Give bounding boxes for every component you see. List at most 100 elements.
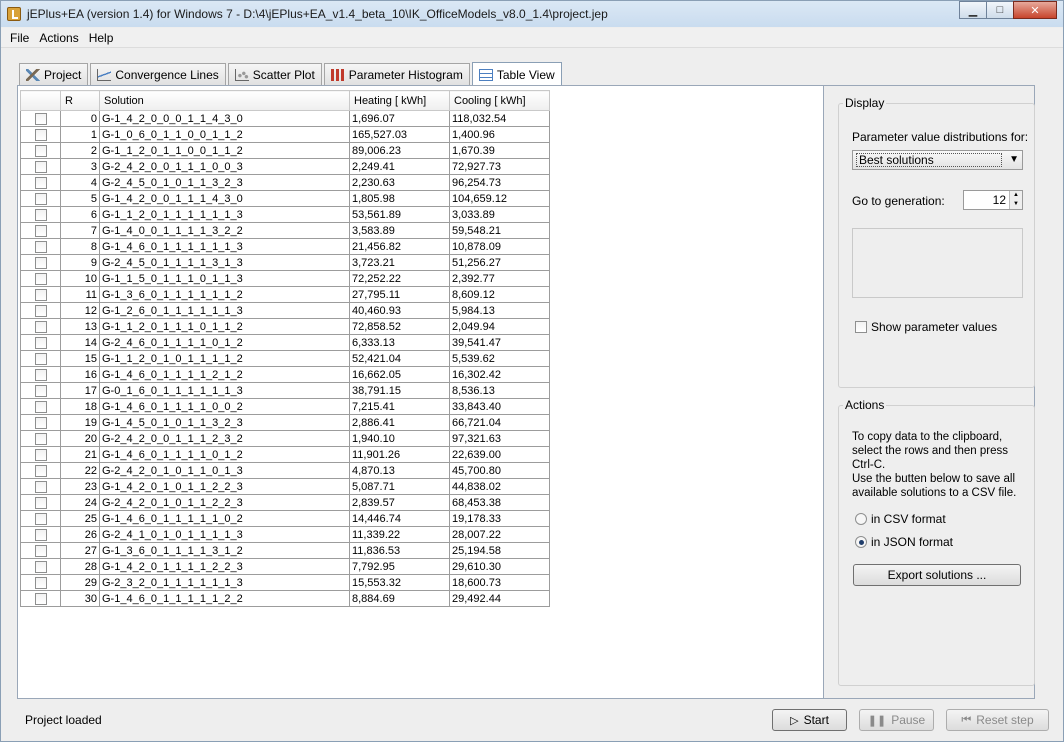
- table-row[interactable]: 18 G-1_4_6_0_1_1_1_1_0_0_2 7,215.41 33,843.…: [20, 398, 550, 415]
- pause-button[interactable]: ❚❚ Pause: [859, 709, 934, 731]
- heating-cell[interactable]: 3,583.89: [349, 222, 450, 239]
- heating-cell[interactable]: 1,805.98: [349, 190, 450, 207]
- row-checkbox[interactable]: [34, 144, 47, 157]
- cooling-cell[interactable]: 29,492.44: [449, 590, 550, 607]
- heating-cell[interactable]: 6,333.13: [349, 334, 450, 351]
- row-index-cell[interactable]: 16: [60, 366, 100, 383]
- solution-cell[interactable]: G-2_4_2_0_1_0_1_1_0_1_3: [99, 462, 350, 479]
- start-button[interactable]: ▷ Start: [772, 709, 847, 731]
- row-checkbox[interactable]: [34, 512, 47, 525]
- heating-cell[interactable]: 53,561.89: [349, 206, 450, 223]
- solution-cell[interactable]: G-1_2_6_0_1_1_1_1_1_1_3: [99, 302, 350, 319]
- show-parameter-values-checkbox[interactable]: [855, 321, 867, 333]
- solution-cell[interactable]: G-2_3_2_0_1_1_1_1_1_1_3: [99, 574, 350, 591]
- table-row[interactable]: 9 G-2_4_5_0_1_1_1_1_3_1_3 3,723.21 51,256.2…: [20, 254, 550, 271]
- table-row[interactable]: 1 G-1_0_6_0_1_1_0_0_1_1_2 165,527.03 1,400.…: [20, 126, 550, 143]
- row-index-cell[interactable]: 24: [60, 494, 100, 511]
- menu-help[interactable]: Help: [84, 29, 119, 47]
- heating-cell[interactable]: 11,901.26: [349, 446, 450, 463]
- reset-step-button[interactable]: ⏮ Reset step: [946, 709, 1049, 731]
- solution-cell[interactable]: G-1_4_2_0_0_1_1_1_4_3_0: [99, 190, 350, 207]
- row-index-cell[interactable]: 3: [60, 158, 100, 175]
- distribution-select[interactable]: Best solutions ▼: [852, 150, 1023, 170]
- tab-table-view[interactable]: Table View: [471, 62, 562, 86]
- cooling-cell[interactable]: 8,609.12: [449, 286, 550, 303]
- heating-cell[interactable]: 1,696.07: [349, 110, 450, 127]
- heating-cell[interactable]: 21,456.82: [349, 238, 450, 255]
- row-checkbox[interactable]: [34, 432, 47, 445]
- solution-cell[interactable]: G-1_1_2_0_1_0_1_1_1_1_2: [99, 350, 350, 367]
- row-checkbox[interactable]: [34, 560, 47, 573]
- solution-cell[interactable]: G-1_3_6_0_1_1_1_1_1_1_2: [99, 286, 350, 303]
- heating-cell[interactable]: 11,836.53: [349, 542, 450, 559]
- spinner-arrows[interactable]: ▲ ▼: [1009, 191, 1022, 209]
- solution-cell[interactable]: G-1_0_6_0_1_1_0_0_1_1_2: [99, 126, 350, 143]
- json-format-option[interactable]: in JSON format: [855, 535, 953, 549]
- row-index-cell[interactable]: 8: [60, 238, 100, 255]
- table-row[interactable]: 24 G-2_4_2_0_1_0_1_1_2_2_3 2,839.57 68,453.…: [20, 494, 550, 511]
- heating-cell[interactable]: 2,839.57: [349, 494, 450, 511]
- cooling-cell[interactable]: 39,541.47: [449, 334, 550, 351]
- solution-cell[interactable]: G-1_4_6_0_1_1_1_1_1_0_2: [99, 510, 350, 527]
- solution-cell[interactable]: G-1_4_6_0_1_1_1_1_2_1_2: [99, 366, 350, 383]
- heating-cell[interactable]: 165,527.03: [349, 126, 450, 143]
- solution-cell[interactable]: G-1_1_2_0_1_1_0_0_1_1_2: [99, 142, 350, 159]
- solution-cell[interactable]: G-2_4_2_0_0_1_1_1_0_0_3: [99, 158, 350, 175]
- arrow-down-icon[interactable]: ▼: [1010, 200, 1022, 209]
- table-row[interactable]: 20 G-2_4_2_0_0_1_1_1_2_3_2 1,940.10 97,321.…: [20, 430, 550, 447]
- row-index-cell[interactable]: 15: [60, 350, 100, 367]
- row-index-cell[interactable]: 2: [60, 142, 100, 159]
- solution-cell[interactable]: G-0_1_6_0_1_1_1_1_1_1_3: [99, 382, 350, 399]
- row-checkbox[interactable]: [34, 256, 47, 269]
- solution-cell[interactable]: G-2_4_2_0_0_1_1_1_2_3_2: [99, 430, 350, 447]
- row-checkbox[interactable]: [34, 192, 47, 205]
- row-index-cell[interactable]: 4: [60, 174, 100, 191]
- solutions-table-area[interactable]: R Solution Heating [ kWh] Cooling [ kWh]…: [18, 86, 824, 698]
- heating-cell[interactable]: 2,886.41: [349, 414, 450, 431]
- cooling-cell[interactable]: 118,032.54: [449, 110, 550, 127]
- cooling-cell[interactable]: 28,007.22: [449, 526, 550, 543]
- tab-project[interactable]: Project: [19, 63, 89, 85]
- table-row[interactable]: 14 G-2_4_6_0_1_1_1_1_0_1_2 6,333.13 39,541.…: [20, 334, 550, 351]
- generation-spinner[interactable]: 12 ▲ ▼: [963, 190, 1023, 210]
- cooling-cell[interactable]: 1,670.39: [449, 142, 550, 159]
- cooling-cell[interactable]: 68,453.38: [449, 494, 550, 511]
- row-index-cell[interactable]: 27: [60, 542, 100, 559]
- row-index-cell[interactable]: 13: [60, 318, 100, 335]
- heating-cell[interactable]: 4,870.13: [349, 462, 450, 479]
- menu-file[interactable]: File: [5, 29, 34, 47]
- solution-cell[interactable]: G-1_4_6_0_1_1_1_1_1_2_2: [99, 590, 350, 607]
- table-row[interactable]: 12 G-1_2_6_0_1_1_1_1_1_1_3 40,460.93 5,984.…: [20, 302, 550, 319]
- table-row[interactable]: 6 G-1_1_2_0_1_1_1_1_1_1_3 53,561.89 3,033.8…: [20, 206, 550, 223]
- row-index-cell[interactable]: 10: [60, 270, 100, 287]
- row-checkbox[interactable]: [34, 576, 47, 589]
- heating-cell[interactable]: 14,446.74: [349, 510, 450, 527]
- cooling-cell[interactable]: 2,392.77: [449, 270, 550, 287]
- column-header-cooling[interactable]: Cooling [ kWh]: [449, 90, 550, 111]
- row-checkbox[interactable]: [34, 240, 47, 253]
- heating-cell[interactable]: 8,884.69: [349, 590, 450, 607]
- heating-cell[interactable]: 16,662.05: [349, 366, 450, 383]
- cooling-cell[interactable]: 72,927.73: [449, 158, 550, 175]
- column-header-solution[interactable]: Solution: [99, 90, 350, 111]
- export-solutions-button[interactable]: Export solutions ...: [853, 564, 1021, 586]
- row-checkbox[interactable]: [34, 320, 47, 333]
- table-row[interactable]: 25 G-1_4_6_0_1_1_1_1_1_0_2 14,446.74 19,178…: [20, 510, 550, 527]
- heating-cell[interactable]: 38,791.15: [349, 382, 450, 399]
- table-row[interactable]: 5 G-1_4_2_0_0_1_1_1_4_3_0 1,805.98 104,659.…: [20, 190, 550, 207]
- row-checkbox[interactable]: [34, 176, 47, 189]
- solution-cell[interactable]: G-2_4_6_0_1_1_1_1_0_1_2: [99, 334, 350, 351]
- heating-cell[interactable]: 27,795.11: [349, 286, 450, 303]
- tab-parameter-histogram[interactable]: Parameter Histogram: [323, 63, 470, 85]
- arrow-up-icon[interactable]: ▲: [1010, 191, 1022, 200]
- cooling-cell[interactable]: 59,548.21: [449, 222, 550, 239]
- table-row[interactable]: 26 G-2_4_1_0_1_0_1_1_1_1_3 11,339.22 28,007…: [20, 526, 550, 543]
- cooling-cell[interactable]: 16,302.42: [449, 366, 550, 383]
- row-checkbox[interactable]: [34, 416, 47, 429]
- row-index-cell[interactable]: 7: [60, 222, 100, 239]
- cooling-cell[interactable]: 29,610.30: [449, 558, 550, 575]
- row-checkbox[interactable]: [34, 464, 47, 477]
- heating-cell[interactable]: 52,421.04: [349, 350, 450, 367]
- row-index-cell[interactable]: 23: [60, 478, 100, 495]
- csv-format-option[interactable]: in CSV format: [855, 512, 946, 526]
